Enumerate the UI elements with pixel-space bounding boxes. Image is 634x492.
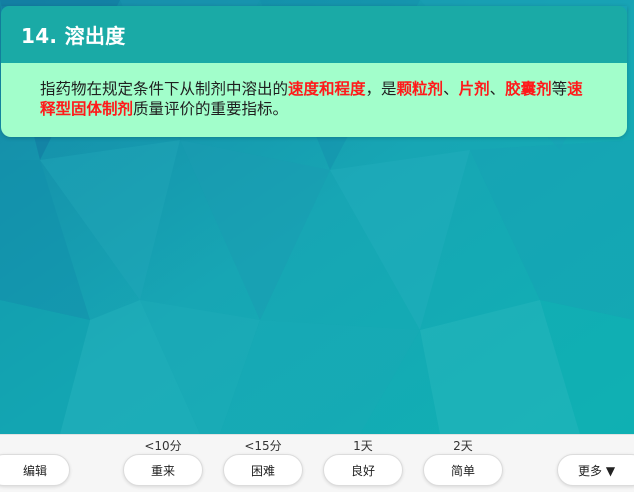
card-body: 指药物在规定条件下从制剂中溶出的速度和程度，是颗粒剂、片剂、胶囊剂等速释型固体制… <box>1 63 627 137</box>
more-button-label: 更多 ▼ <box>578 463 616 478</box>
body-highlight: 片剂 <box>458 80 490 98</box>
note-card: 14. 溶出度 指药物在规定条件下从制剂中溶出的速度和程度，是颗粒剂、片剂、胶囊… <box>1 6 627 137</box>
again-interval: <10分 <box>144 439 182 453</box>
body-segment: 等 <box>551 80 568 98</box>
hard-interval: <15分 <box>244 439 282 453</box>
edit-button[interactable]: 编辑 <box>0 454 70 486</box>
body-segment: ，是 <box>365 80 397 98</box>
body-segment: 、 <box>489 80 506 98</box>
more-button[interactable]: 更多 ▼ <box>557 454 634 486</box>
body-highlight: 胶囊剂 <box>505 80 552 98</box>
good-button[interactable]: 良好 <box>323 454 403 486</box>
again-button[interactable]: 重来 <box>123 454 203 486</box>
body-segment: 、 <box>443 80 459 98</box>
body-segment: 质量评价的重要指标。 <box>133 100 289 118</box>
easy-interval: 2天 <box>453 439 473 453</box>
easy-button[interactable]: 简单 <box>423 454 503 486</box>
review-screen: 14. 溶出度 指药物在规定条件下从制剂中溶出的速度和程度，是颗粒剂、片剂、胶囊… <box>0 0 634 492</box>
hard-button-label: 困难 <box>250 463 275 478</box>
easy-button-label: 简单 <box>450 463 475 478</box>
good-button-label: 良好 <box>350 463 375 478</box>
edit-button-label: 编辑 <box>22 463 47 478</box>
body-highlight: 颗粒剂 <box>396 80 444 98</box>
body-highlight: 速度和程度 <box>288 80 366 98</box>
hard-button[interactable]: 困难 <box>223 454 303 486</box>
body-segment: 指药物在规定条件下从制剂中溶出的 <box>40 80 289 98</box>
card-title: 14. 溶出度 <box>1 6 627 63</box>
good-interval: 1天 <box>353 439 373 453</box>
answer-bar: <10分 <15分 1天 2天 编辑 重来 困难 良好 简单 更多 ▼ <box>0 434 634 492</box>
again-button-label: 重来 <box>150 463 175 478</box>
